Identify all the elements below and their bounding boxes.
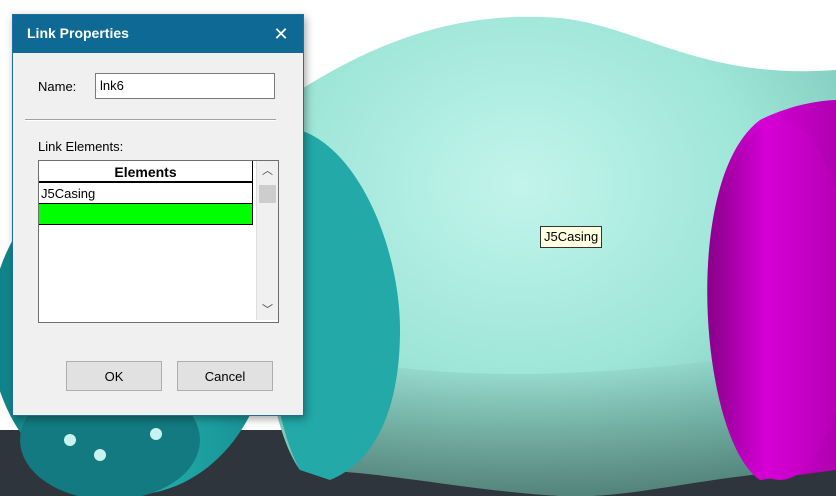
- elements-column-header[interactable]: Elements: [39, 161, 253, 183]
- link-properties-dialog: Link Properties ✕ Name: Link Elements: E…: [12, 14, 304, 416]
- viewport-top-margin: [0, 0, 836, 8]
- close-icon[interactable]: ✕: [259, 15, 303, 53]
- link-elements-label: Link Elements:: [38, 139, 124, 154]
- table-row[interactable]: J5Casing: [39, 183, 253, 204]
- chevron-down-icon[interactable]: ﹀: [257, 300, 278, 320]
- element-tooltip: J5Casing: [540, 226, 603, 248]
- bolt-hole: [94, 449, 106, 461]
- separator: [25, 119, 276, 121]
- scrollbar-thumb[interactable]: [259, 185, 276, 203]
- cancel-button[interactable]: Cancel: [177, 361, 273, 391]
- bolt-hole: [64, 434, 76, 446]
- ok-button[interactable]: OK: [66, 361, 162, 391]
- chevron-up-icon[interactable]: ︿: [257, 161, 278, 181]
- table-row-selected[interactable]: [39, 204, 253, 225]
- dialog-titlebar[interactable]: Link Properties ✕: [13, 15, 303, 53]
- bolt-hole: [150, 428, 162, 440]
- grid-scrollbar[interactable]: ︿ ﹀: [256, 161, 278, 320]
- name-label: Name:: [38, 79, 77, 94]
- elements-grid[interactable]: Elements J5Casing ︿ ﹀: [38, 160, 279, 323]
- name-field[interactable]: [95, 73, 275, 99]
- elements-grid-content: Elements J5Casing: [39, 161, 253, 320]
- dialog-title: Link Properties: [27, 25, 129, 41]
